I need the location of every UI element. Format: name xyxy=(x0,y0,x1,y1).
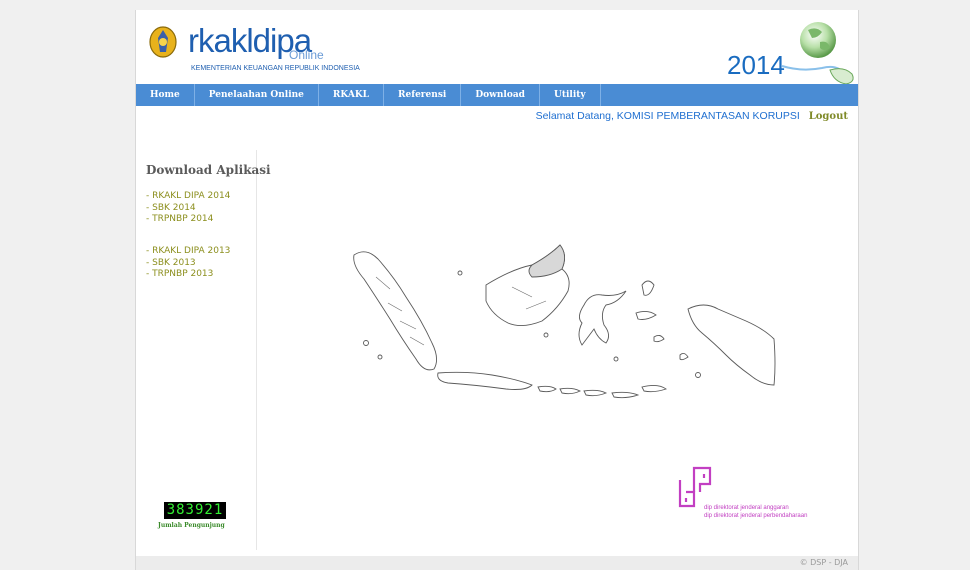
indonesia-map-image xyxy=(353,244,776,399)
nav-home[interactable]: Home xyxy=(136,84,195,106)
download-link-rkakl-dipa-2013[interactable]: - RKAKL DIPA 2013 xyxy=(146,246,230,258)
nav-utility[interactable]: Utility xyxy=(540,84,601,106)
sidebar: Download Aplikasi - RKAKL DIPA 2014 - SB… xyxy=(136,150,271,550)
globe-mouse-icon xyxy=(781,22,854,85)
visitor-counter: 383921 xyxy=(164,502,226,519)
ministry-name: KEMENTERIAN KEUANGAN REPUBLIK INDONESIA xyxy=(191,65,360,72)
nav-referensi[interactable]: Referensi xyxy=(384,84,462,106)
download-link-sbk-2013[interactable]: - SBK 2013 xyxy=(146,258,230,270)
download-link-trpnbp-2014[interactable]: - TRPNBP 2014 xyxy=(146,214,230,226)
footer-copyright: © DSP - DJA xyxy=(799,558,848,567)
visitor-counter-label: Jumlah Pengunjung xyxy=(158,522,225,529)
djpb-line-2: dip direktorat jenderal perbendaharaan xyxy=(704,513,808,519)
download-link-rkakl-dipa-2014[interactable]: - RKAKL DIPA 2014 xyxy=(146,191,230,203)
nav-rkakl[interactable]: RKAKL xyxy=(319,84,384,106)
download-link-sbk-2014[interactable]: - SBK 2014 xyxy=(146,203,230,215)
main-nav: Home Penelaahan Online RKAKL Referensi D… xyxy=(136,84,858,106)
header: rkakldipa Online KEMENTERIAN KEUANGAN RE… xyxy=(136,10,858,85)
brand-suffix: Online xyxy=(289,48,324,62)
ministry-emblem-icon xyxy=(149,26,177,58)
nav-download[interactable]: Download xyxy=(461,84,540,106)
logout-link[interactable]: Logout xyxy=(809,111,848,122)
download-link-trpnbp-2013[interactable]: - TRPNBP 2013 xyxy=(146,269,230,281)
djpb-caption: dip direktorat jenderal anggaran dip dir… xyxy=(704,504,807,520)
welcome-bar: Selamat Datang, KOMISI PEMBERANTASAN KOR… xyxy=(536,110,848,122)
djpb-line-1: dip direktorat jenderal anggaran xyxy=(704,505,789,511)
sidebar-title: Download Aplikasi xyxy=(146,163,271,177)
download-list-2013: - RKAKL DIPA 2013 - SBK 2013 - TRPNBP 20… xyxy=(146,246,230,281)
footer: © DSP - DJA xyxy=(136,556,858,570)
welcome-text: Selamat Datang, KOMISI PEMBERANTASAN KOR… xyxy=(535,110,800,122)
page-container: rkakldipa Online KEMENTERIAN KEUANGAN RE… xyxy=(135,10,859,570)
download-list-2014: - RKAKL DIPA 2014 - SBK 2014 - TRPNBP 20… xyxy=(146,191,230,226)
nav-penelaahan-online[interactable]: Penelaahan Online xyxy=(195,84,319,106)
